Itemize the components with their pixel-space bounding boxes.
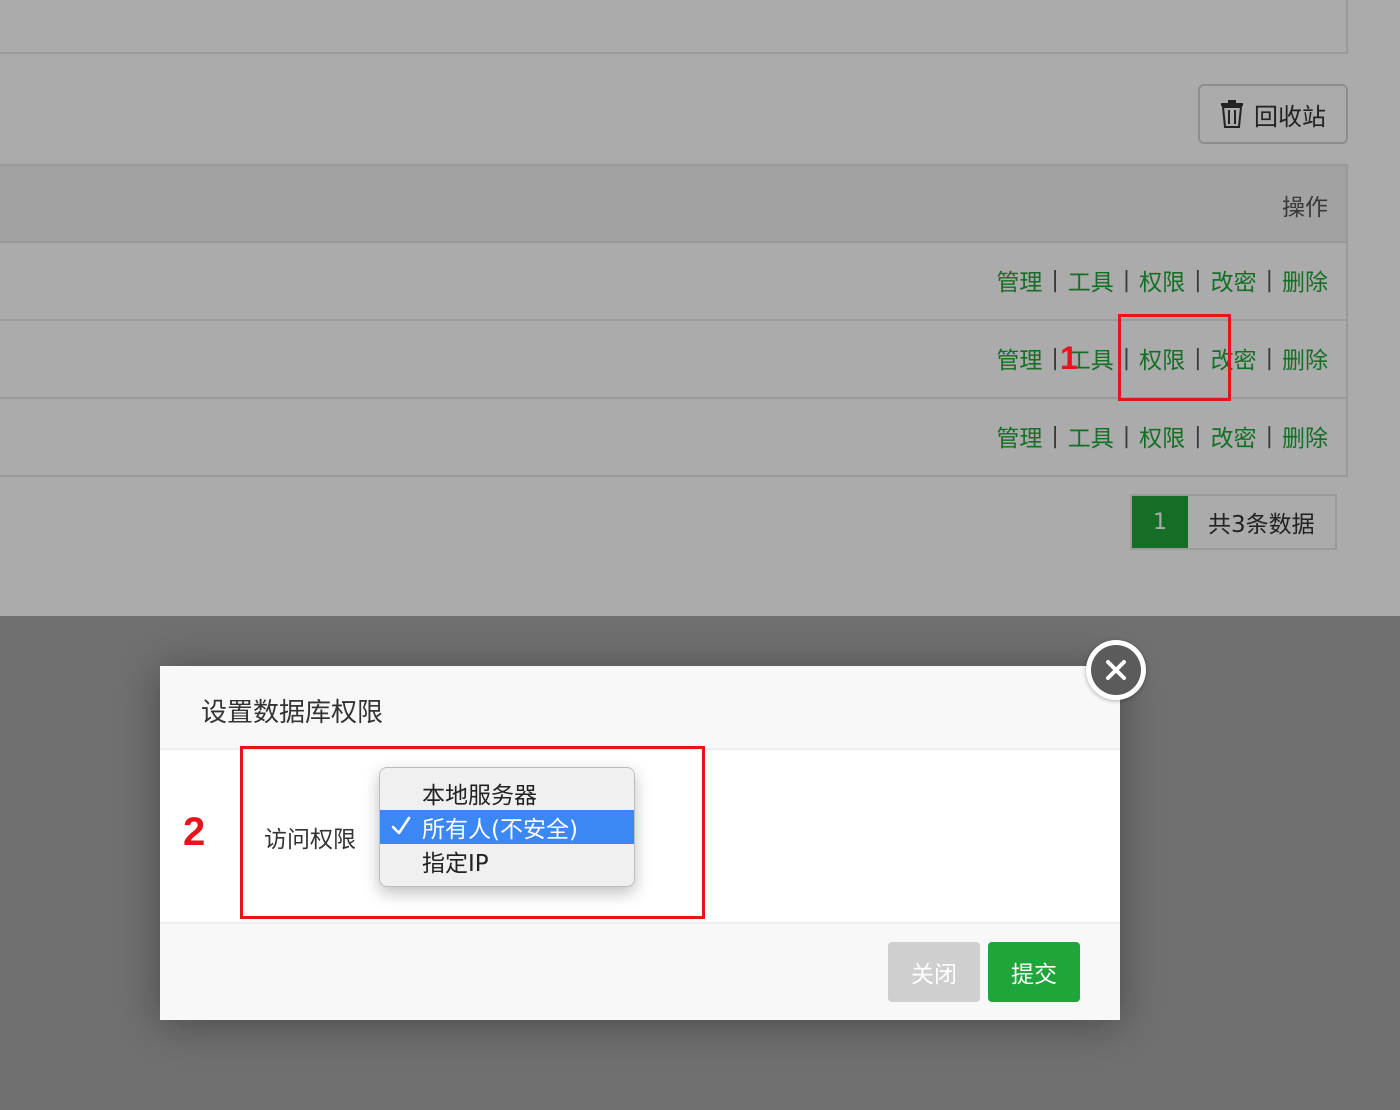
- annotation-step-2: 2: [183, 810, 206, 854]
- dialog-close-button[interactable]: [1086, 640, 1146, 700]
- annotation-box-access-select: [240, 746, 705, 919]
- annotation-step-1: 1: [1060, 340, 1078, 376]
- submit-button[interactable]: 提交: [988, 942, 1080, 1002]
- close-icon: [1091, 645, 1141, 695]
- dialog-footer: 关闭 提交: [160, 922, 1120, 1020]
- annotation-box-permission-link: [1118, 314, 1231, 401]
- dialog-title: 设置数据库权限: [160, 666, 1120, 750]
- close-button[interactable]: 关闭: [888, 942, 980, 1002]
